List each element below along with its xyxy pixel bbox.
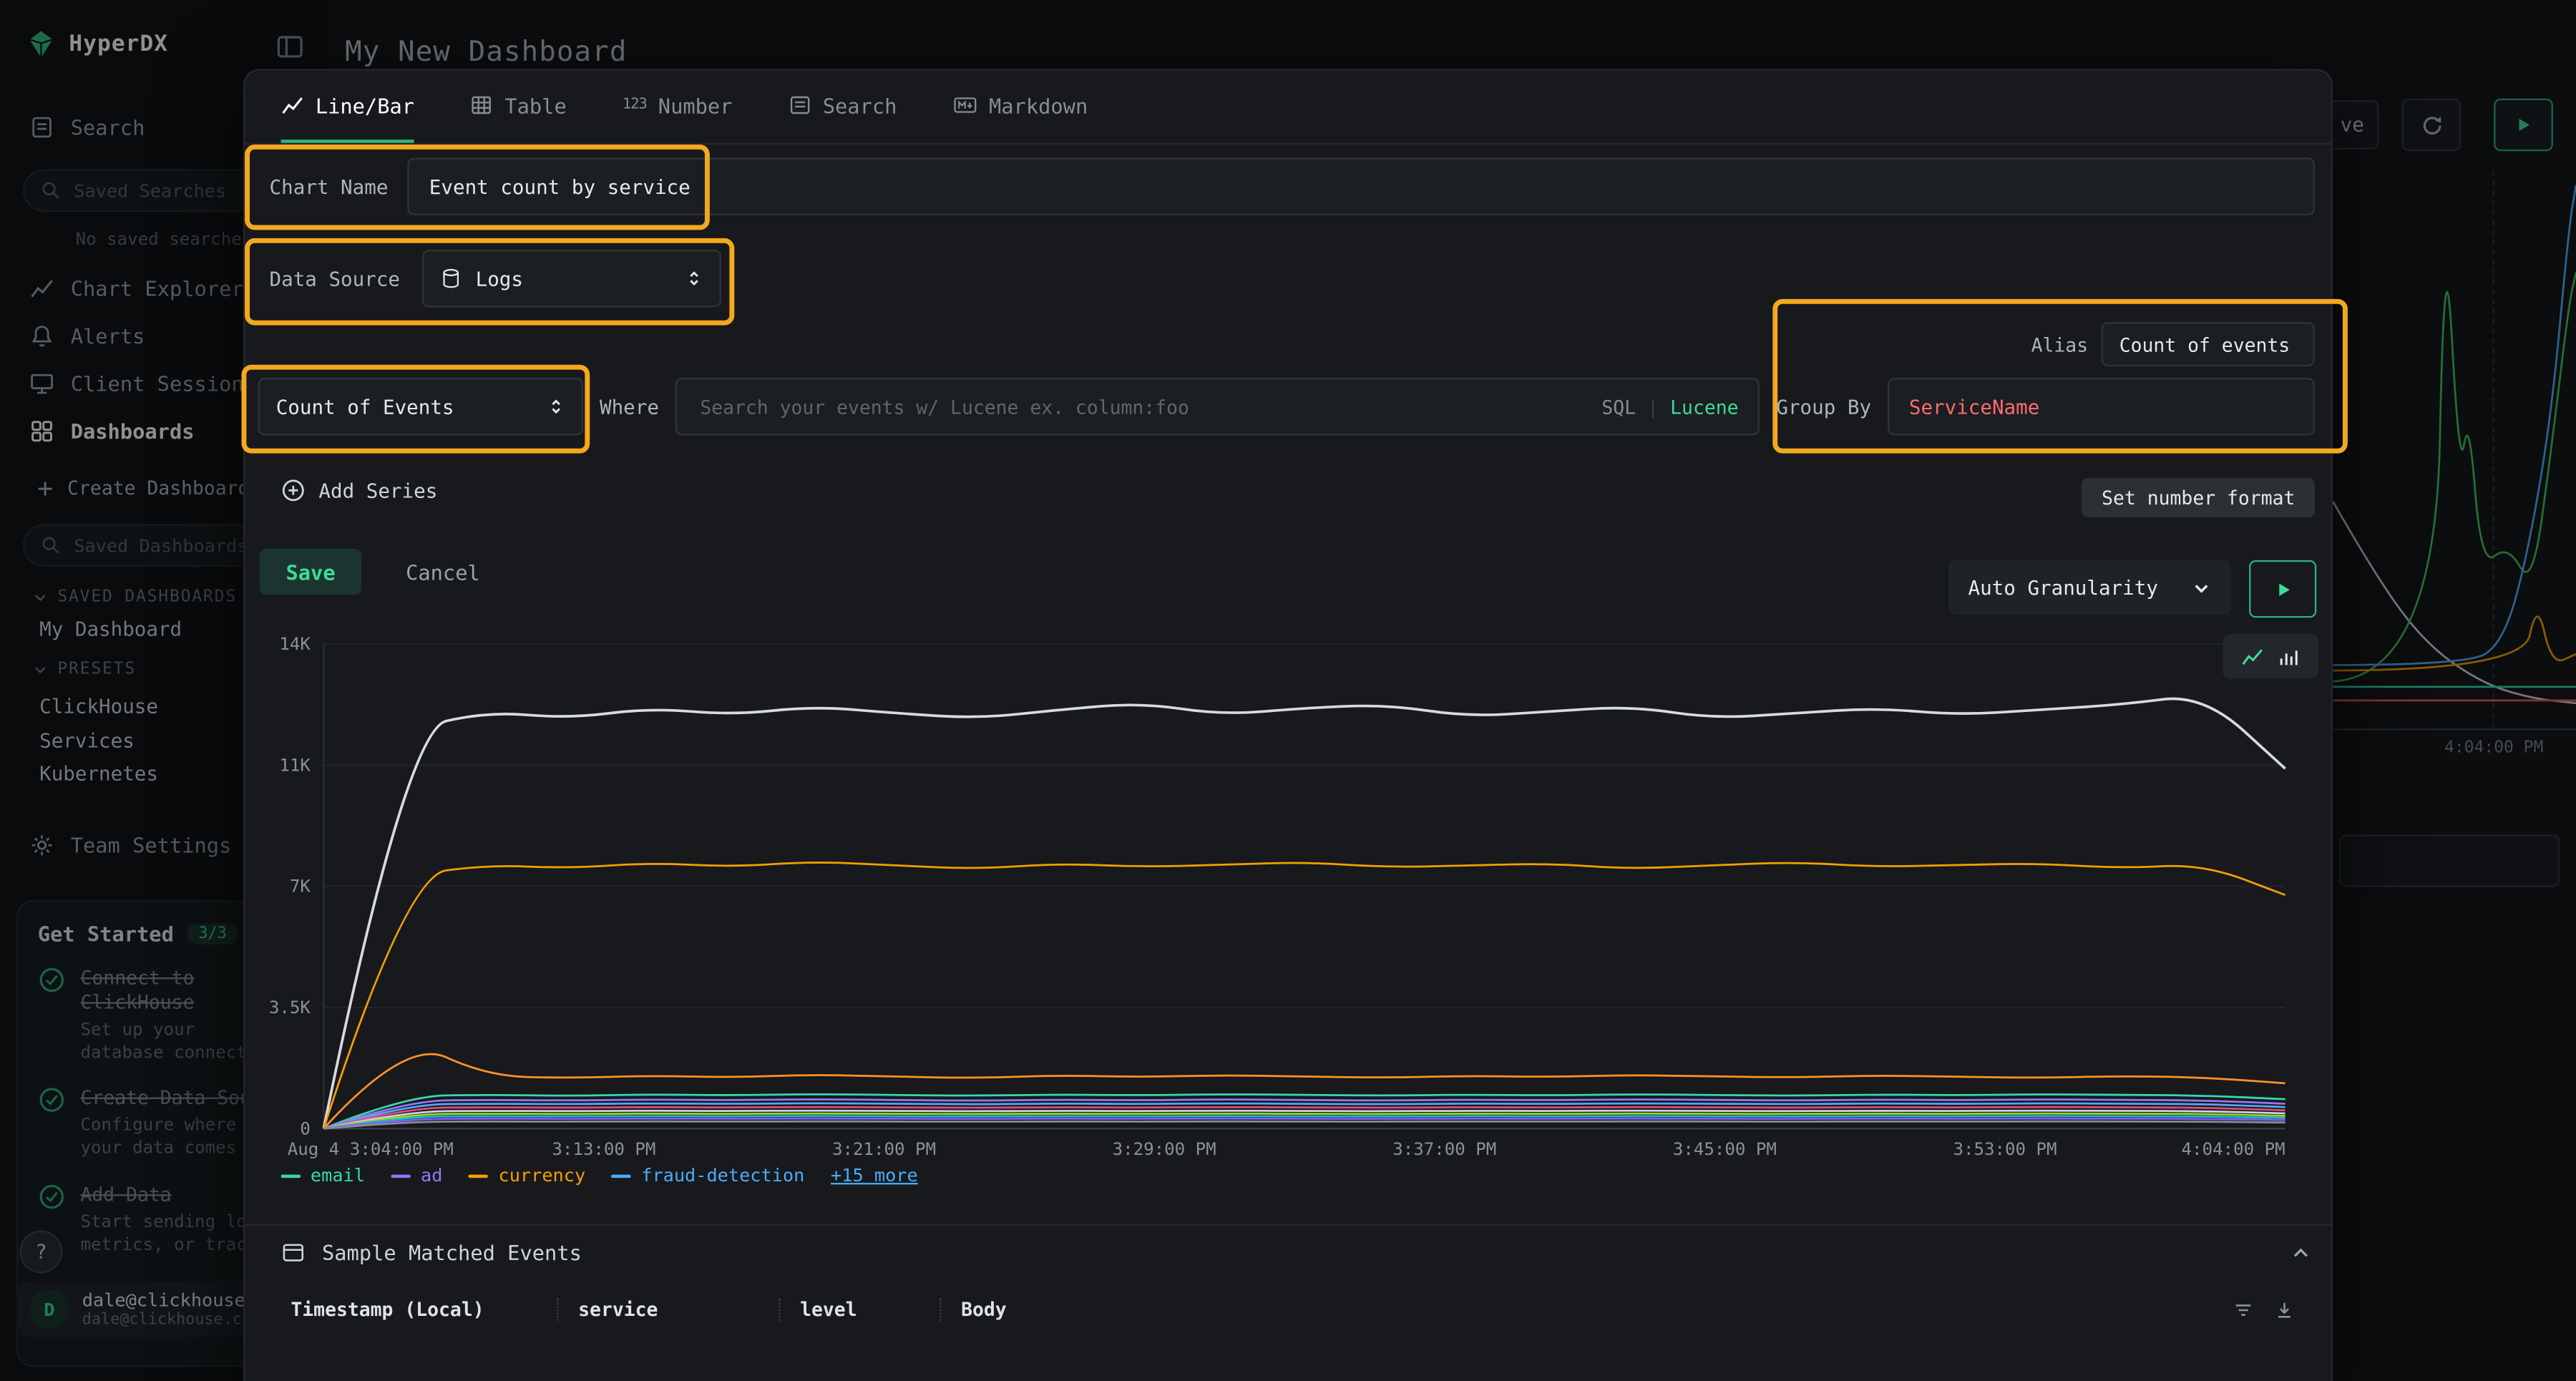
chevron-down-icon bbox=[2192, 577, 2212, 597]
data-source-row: Data Source Logs bbox=[270, 250, 722, 307]
tab-line-bar[interactable]: Line/Bar bbox=[281, 71, 414, 143]
tab-table[interactable]: Table bbox=[470, 71, 567, 143]
where-search-input[interactable] bbox=[697, 394, 1586, 420]
svg-text:3:53:00 PM: 3:53:00 PM bbox=[1953, 1139, 2057, 1159]
svg-text:3:29:00 PM: 3:29:00 PM bbox=[1113, 1139, 1216, 1159]
group-by-label: Group By bbox=[1776, 395, 1871, 418]
chevron-up-icon[interactable] bbox=[2290, 1242, 2312, 1264]
legend-label: currency bbox=[499, 1165, 586, 1186]
legend-color-dash bbox=[281, 1173, 301, 1177]
toggle-divider: | bbox=[1647, 395, 1659, 418]
column-header-timestamp[interactable]: Timestamp (Local) bbox=[281, 1298, 557, 1321]
list-icon bbox=[789, 94, 811, 117]
svg-text:3:37:00 PM: 3:37:00 PM bbox=[1392, 1139, 1496, 1159]
svg-text:11K: 11K bbox=[279, 755, 311, 775]
alias-label: Alias bbox=[2031, 333, 2088, 356]
svg-text:14K: 14K bbox=[279, 634, 311, 654]
number-123-icon: 123 bbox=[623, 97, 647, 113]
line-chart-icon bbox=[281, 94, 304, 117]
data-source-select[interactable]: Logs bbox=[423, 250, 722, 307]
svg-text:3:13:00 PM: 3:13:00 PM bbox=[552, 1139, 655, 1159]
lucene-toggle[interactable]: Lucene bbox=[1670, 395, 1738, 418]
svg-text:3:45:00 PM: 3:45:00 PM bbox=[1673, 1139, 1777, 1159]
chart-editor-modal: Line/Bar Table 123 Number Search Markdow… bbox=[243, 69, 2333, 1381]
legend-item[interactable]: currency bbox=[469, 1165, 585, 1186]
section-divider bbox=[245, 1224, 2331, 1225]
set-number-format-button[interactable]: Set number format bbox=[2082, 478, 2315, 517]
svg-text:7K: 7K bbox=[290, 877, 311, 897]
legend-color-dash bbox=[391, 1173, 411, 1177]
data-source-label: Data Source bbox=[270, 267, 400, 290]
tab-label: Markdown bbox=[989, 93, 1088, 117]
up-down-chevrons-icon bbox=[547, 398, 565, 416]
tab-label: Number bbox=[658, 93, 733, 117]
legend-item[interactable]: email bbox=[281, 1165, 365, 1186]
legend-label: fraud-detection bbox=[641, 1165, 804, 1186]
filter-lines-icon[interactable] bbox=[2233, 1299, 2254, 1320]
add-series-label: Add Series bbox=[318, 479, 437, 502]
series-editor-row: Count of Events Where SQL | Lucene Group… bbox=[258, 378, 2314, 435]
add-series-button[interactable]: Add Series bbox=[281, 478, 438, 502]
column-header-service[interactable]: service bbox=[557, 1298, 779, 1321]
svg-text:Aug 4 3:04:00 PM: Aug 4 3:04:00 PM bbox=[288, 1139, 454, 1159]
chart-name-input[interactable] bbox=[408, 157, 2315, 215]
cancel-button[interactable]: Cancel bbox=[396, 549, 489, 595]
event-count-chart: 14K11K7K3.5K0Aug 4 3:04:00 PM3:13:00 PM3… bbox=[281, 631, 2318, 1166]
granularity-select[interactable]: Auto Granularity bbox=[1948, 560, 2231, 615]
sample-events-title: Sample Matched Events bbox=[322, 1240, 582, 1264]
aggregation-select[interactable]: Count of Events bbox=[258, 378, 583, 435]
chart-type-tabs: Line/Bar Table 123 Number Search Markdow… bbox=[245, 71, 2331, 145]
app-root: HyperDX Search No saved searches Chart E… bbox=[0, 0, 2576, 1381]
alias-row: Alias bbox=[2031, 322, 2315, 366]
column-header-level[interactable]: level bbox=[779, 1298, 940, 1321]
data-source-value: Logs bbox=[476, 267, 673, 290]
legend-label: ad bbox=[421, 1165, 442, 1186]
run-query-button[interactable] bbox=[2249, 560, 2316, 618]
table-icon bbox=[470, 94, 493, 117]
granularity-value: Auto Granularity bbox=[1968, 576, 2158, 599]
save-button[interactable]: Save bbox=[260, 549, 362, 595]
play-icon bbox=[2273, 579, 2293, 599]
svg-text:4:04:00 PM: 4:04:00 PM bbox=[2182, 1139, 2285, 1159]
tab-label: Table bbox=[504, 93, 566, 117]
svg-text:0: 0 bbox=[300, 1118, 311, 1138]
legend-item[interactable]: ad bbox=[391, 1165, 443, 1186]
plus-circle-icon bbox=[281, 478, 306, 502]
svg-text:3.5K: 3.5K bbox=[269, 997, 311, 1018]
sample-events-header[interactable]: Sample Matched Events bbox=[281, 1240, 2312, 1264]
download-icon[interactable] bbox=[2274, 1299, 2296, 1320]
where-input-group: SQL | Lucene bbox=[675, 378, 1760, 435]
legend-item[interactable]: fraud-detection bbox=[612, 1165, 804, 1186]
chart-name-row: Chart Name bbox=[270, 157, 2315, 215]
column-header-body[interactable]: Body bbox=[940, 1298, 2233, 1321]
tab-number[interactable]: 123 Number bbox=[623, 71, 733, 143]
aggregation-value: Count of Events bbox=[276, 395, 534, 418]
panel-icon bbox=[281, 1240, 306, 1264]
tab-label: Line/Bar bbox=[316, 93, 414, 117]
sql-toggle[interactable]: SQL bbox=[1601, 395, 1636, 418]
query-language-toggle: SQL | Lucene bbox=[1601, 395, 1738, 418]
where-label: Where bbox=[600, 395, 659, 418]
sample-events-table-header: Timestamp (Local) service level Body bbox=[281, 1289, 2296, 1329]
legend-more-link[interactable]: +15 more bbox=[831, 1165, 918, 1186]
group-by-input[interactable] bbox=[1888, 378, 2315, 435]
database-icon bbox=[441, 268, 462, 289]
svg-text:3:21:00 PM: 3:21:00 PM bbox=[832, 1139, 936, 1159]
tab-markdown[interactable]: Markdown bbox=[952, 71, 1088, 143]
chart-legend: email ad currency fraud-detection +15 more bbox=[281, 1165, 918, 1186]
legend-color-dash bbox=[469, 1173, 489, 1177]
tab-label: Search bbox=[823, 93, 897, 117]
up-down-chevrons-icon bbox=[686, 270, 704, 288]
alias-input[interactable] bbox=[2101, 322, 2314, 366]
legend-label: email bbox=[311, 1165, 365, 1186]
legend-color-dash bbox=[612, 1173, 632, 1177]
markdown-icon bbox=[952, 94, 977, 117]
chart-name-label: Chart Name bbox=[270, 175, 389, 198]
tab-search[interactable]: Search bbox=[789, 71, 897, 143]
